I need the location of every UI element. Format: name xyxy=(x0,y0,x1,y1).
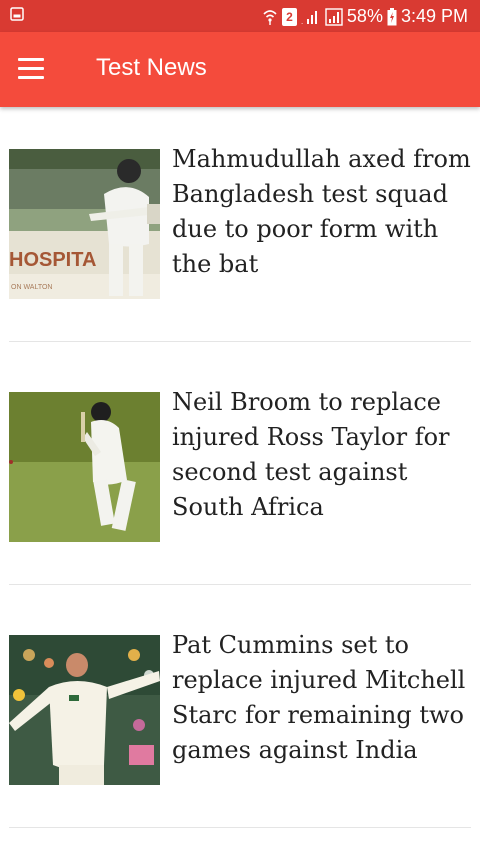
app-bar: Test News xyxy=(0,32,480,107)
app-title: Test News xyxy=(96,54,207,81)
svg-text:HOSPITA: HOSPITA xyxy=(9,249,96,271)
sim-badge-icon: 2 xyxy=(281,7,297,26)
signal-icon: . xyxy=(301,10,317,25)
news-thumbnail xyxy=(9,392,160,542)
screenshot-notification-icon xyxy=(10,7,24,21)
news-item[interactable]: HOSPITA ON WALTON Mahmudullah axed from … xyxy=(0,107,480,349)
svg-text:.: . xyxy=(301,17,303,25)
divider xyxy=(9,827,471,828)
news-item[interactable]: Pat Cummins set to replace injured Mitch… xyxy=(0,593,480,835)
divider xyxy=(9,584,471,585)
divider xyxy=(9,341,471,342)
hamburger-menu-icon[interactable] xyxy=(18,58,46,80)
status-bar: 2 . 58% 3:49 PM xyxy=(0,0,480,32)
news-thumbnail xyxy=(9,635,160,785)
wifi-icon xyxy=(263,9,277,25)
news-headline: Mahmudullah axed from Bangladesh test sq… xyxy=(172,145,471,278)
battery-percent: 58% xyxy=(346,6,383,26)
news-item[interactable]: Neil Broom to replace injured Ross Taylo… xyxy=(0,350,480,592)
news-headline: Neil Broom to replace injured Ross Taylo… xyxy=(172,388,450,521)
svg-text:ON WALTON: ON WALTON xyxy=(11,284,52,291)
news-thumbnail: HOSPITA ON WALTON xyxy=(9,149,160,299)
status-icons: 2 . 58% 3:49 PM xyxy=(262,6,468,27)
clock: 3:49 PM xyxy=(400,6,468,26)
news-headline: Pat Cummins set to replace injured Mitch… xyxy=(172,631,466,764)
battery-charging-icon xyxy=(387,7,397,25)
signal-box-icon xyxy=(325,7,343,26)
